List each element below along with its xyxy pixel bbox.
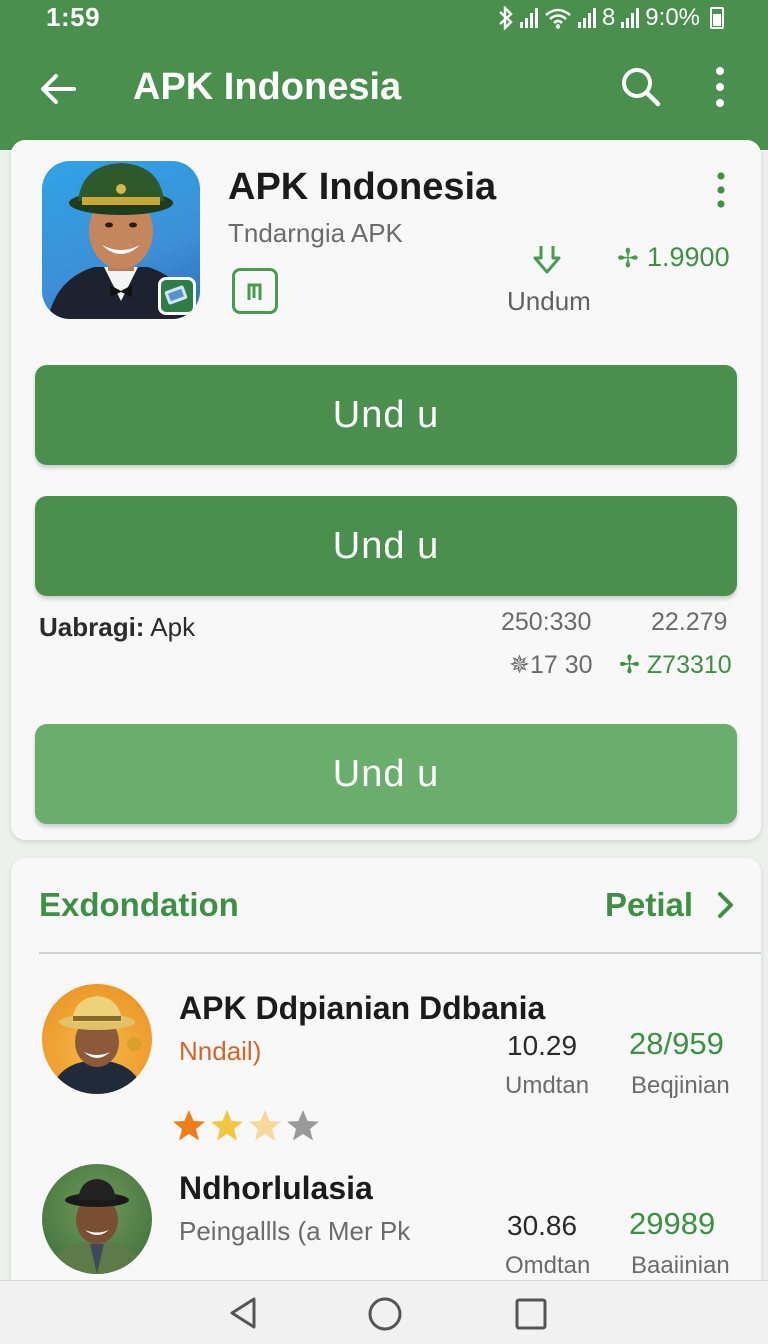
download-icon[interactable] [527,240,567,280]
signal-icon [519,8,538,28]
list-item-size: 30.86 [507,1210,578,1241]
chevron-right-icon[interactable] [715,890,737,920]
app-badge-icon [158,277,196,315]
list-item-size: 10.29 [507,1030,578,1061]
list-item-count-label: Beqjinian [631,1072,730,1099]
stat-c: ✵17 30 [509,651,593,679]
battery-percent: 9:0% [645,4,700,31]
download-button-secondary[interactable]: Und u [35,496,737,596]
more-vert-icon[interactable] [700,64,740,110]
star-icon [173,1110,205,1141]
card-more-icon[interactable] [711,170,731,210]
app-icon [42,161,200,319]
bluetooth-icon [499,6,513,30]
list-item-size-label: Umdtan [505,1072,590,1099]
category-value: Apk [150,612,196,642]
verified-badge-icon [232,268,278,314]
battery-icon [710,7,724,29]
star-icon [211,1110,243,1141]
nav-back-icon[interactable] [226,1295,262,1331]
avatar [42,984,152,1094]
list-item-count: 29989 [629,1206,716,1241]
list-item-title: APK Ddpianian Ddbania [179,990,546,1026]
stat-a: 250:330 [501,608,592,636]
avatar [42,1164,152,1274]
list-item-subtitle: Peingallls (a Mer Pk [179,1216,411,1246]
stat-d: ✢ Z73310 [619,651,732,679]
recommendations-card: Exdondation Petial APK Ddpianian Ddbania… [11,858,761,1342]
list-item-subtitle: Nndail) [179,1036,262,1066]
app-subtitle: Tndarngia APK [228,218,403,248]
nav-home-icon[interactable] [366,1295,404,1333]
list-item-title: Ndhorlulasia [179,1170,373,1206]
rating-stars [171,1108,321,1144]
arrow-left-icon[interactable] [34,64,84,114]
category-row: Uabragi: Apk [39,612,195,643]
list-item-count: 28/959 [629,1026,724,1061]
star-icon [287,1110,319,1141]
app-title: APK Indonesia [228,166,497,208]
app-header: 1:59 8 9:0% APK Indonesia [0,0,768,150]
divider [39,952,761,954]
system-nav-bar [0,1280,768,1344]
search-icon[interactable] [618,64,664,110]
nav-recent-icon[interactable] [514,1297,548,1331]
wifi-icon [545,8,571,29]
status-bar: 1:59 8 9:0% [0,0,768,40]
stat-b: 22.279 [651,608,728,636]
section-link[interactable]: Petial [605,886,693,924]
app-bar: APK Indonesia [0,50,768,130]
status-icons: 8 9:0% [498,4,724,32]
download-button-tertiary[interactable]: Und u [35,724,737,824]
list-item-size-label: Omdtan [505,1252,591,1279]
app-detail-card: APK Indonesia Tndarngia APK Undum ✢ 1.99… [11,140,761,840]
status-time: 1:59 [46,2,101,32]
section-title: Exdondation [39,886,239,923]
signal-icon-2 [577,8,596,28]
list-item-count-label: Baaiinian [631,1252,730,1279]
sim-label: 8 [601,4,616,31]
signal-icon-3 [621,8,640,28]
appbar-title: APK Indonesia [133,66,402,108]
star-icon [249,1110,281,1141]
category-label: Uabragi: [39,612,145,642]
download-button-primary[interactable]: Und u [35,365,737,465]
list-item[interactable]: APK Ddpianian Ddbania Nndail) 10.29 Umdt… [11,978,761,1148]
rating-icon: ✢ [617,243,639,273]
rating-value: 1.9900 [647,242,730,272]
download-label: Undum [507,286,591,316]
